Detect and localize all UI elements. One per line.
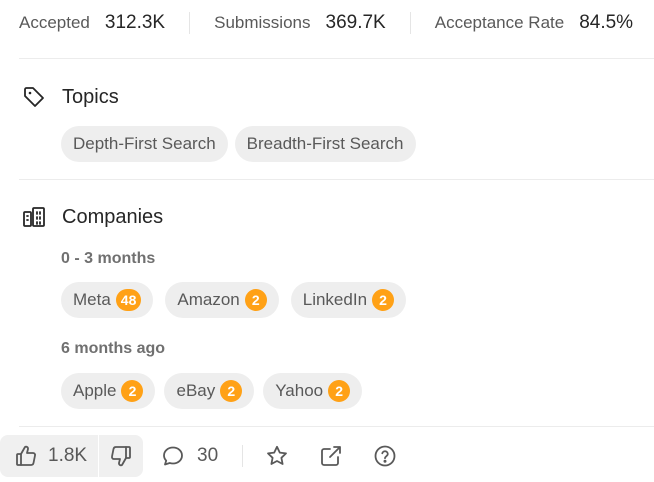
topics-header[interactable]: Topics — [22, 83, 119, 111]
company-name: eBay — [176, 381, 216, 400]
star-icon — [265, 444, 289, 468]
like-count: 1.8K — [48, 445, 88, 466]
count-badge: 48 — [115, 289, 142, 311]
stat-label: Submissions — [214, 13, 311, 32]
help-button[interactable] — [373, 444, 397, 468]
divider — [19, 58, 654, 59]
company-chip-linkedin[interactable]: LinkedIn 2 — [290, 282, 407, 318]
thumbs-up-icon — [14, 444, 38, 468]
like-button[interactable]: 1.8K — [0, 435, 98, 477]
thumbs-down-icon — [109, 444, 133, 468]
divider — [19, 426, 654, 427]
companies-title: Companies — [62, 205, 164, 228]
company-chip-apple[interactable]: Apple 2 — [61, 373, 156, 409]
action-toolbar: 1.8K 30 — [0, 435, 397, 477]
topic-chips: Depth-First Search Breadth-First Search — [61, 126, 416, 162]
external-link-icon — [319, 444, 343, 468]
comment-icon — [161, 444, 185, 468]
divider — [19, 179, 654, 180]
count-badge: 2 — [220, 380, 243, 402]
building-icon — [22, 205, 46, 229]
count-badge: 2 — [121, 380, 144, 402]
company-name: Meta — [73, 290, 111, 309]
company-chip-amazon[interactable]: Amazon 2 — [165, 282, 279, 318]
company-chips: Apple 2 eBay 2 Yahoo 2 — [61, 373, 363, 409]
stat-accepted: Accepted 312.3K — [19, 12, 165, 34]
favorite-button[interactable] — [265, 444, 289, 468]
question-icon — [373, 444, 397, 468]
count-badge: 2 — [328, 380, 351, 402]
company-name: Yahoo — [275, 381, 324, 400]
tag-icon — [22, 85, 46, 109]
count-badge: 2 — [244, 289, 267, 311]
comment-count: 30 — [197, 445, 219, 466]
stat-acceptance-rate: Acceptance Rate 84.5% — [435, 12, 633, 34]
dislike-button[interactable] — [99, 435, 143, 477]
companies-header[interactable]: Companies — [22, 203, 163, 231]
topic-chip-depth-first-search[interactable]: Depth-First Search — [61, 126, 228, 162]
topic-chip-breadth-first-search[interactable]: Breadth-First Search — [234, 126, 416, 162]
stat-submissions: Submissions 369.7K — [214, 12, 386, 34]
stat-value: 84.5% — [579, 12, 634, 33]
stat-value: 312.3K — [104, 12, 166, 33]
company-name: Apple — [73, 381, 117, 400]
divider — [242, 445, 244, 467]
divider — [189, 12, 191, 34]
comments-button[interactable]: 30 — [161, 444, 218, 468]
company-chip-meta[interactable]: Meta 48 — [61, 282, 154, 318]
topics-title: Topics — [62, 85, 119, 108]
stat-label: Accepted — [19, 13, 90, 32]
company-name: Amazon — [177, 290, 240, 309]
share-button[interactable] — [319, 444, 343, 468]
stats-row: Accepted 312.3K Submissions 369.7K Accep… — [19, 0, 633, 46]
divider — [409, 12, 411, 34]
count-badge: 2 — [372, 289, 395, 311]
company-chips: Meta 48 Amazon 2 LinkedIn 2 — [61, 282, 407, 318]
company-name: LinkedIn — [302, 290, 368, 309]
stat-label: Acceptance Rate — [434, 13, 565, 32]
stat-value: 369.7K — [325, 12, 386, 33]
period-label: 0 - 3 months — [61, 250, 156, 267]
company-chip-ebay[interactable]: eBay 2 — [164, 373, 255, 409]
company-chip-yahoo[interactable]: Yahoo 2 — [263, 373, 363, 409]
period-label: 6 months ago — [61, 340, 166, 357]
